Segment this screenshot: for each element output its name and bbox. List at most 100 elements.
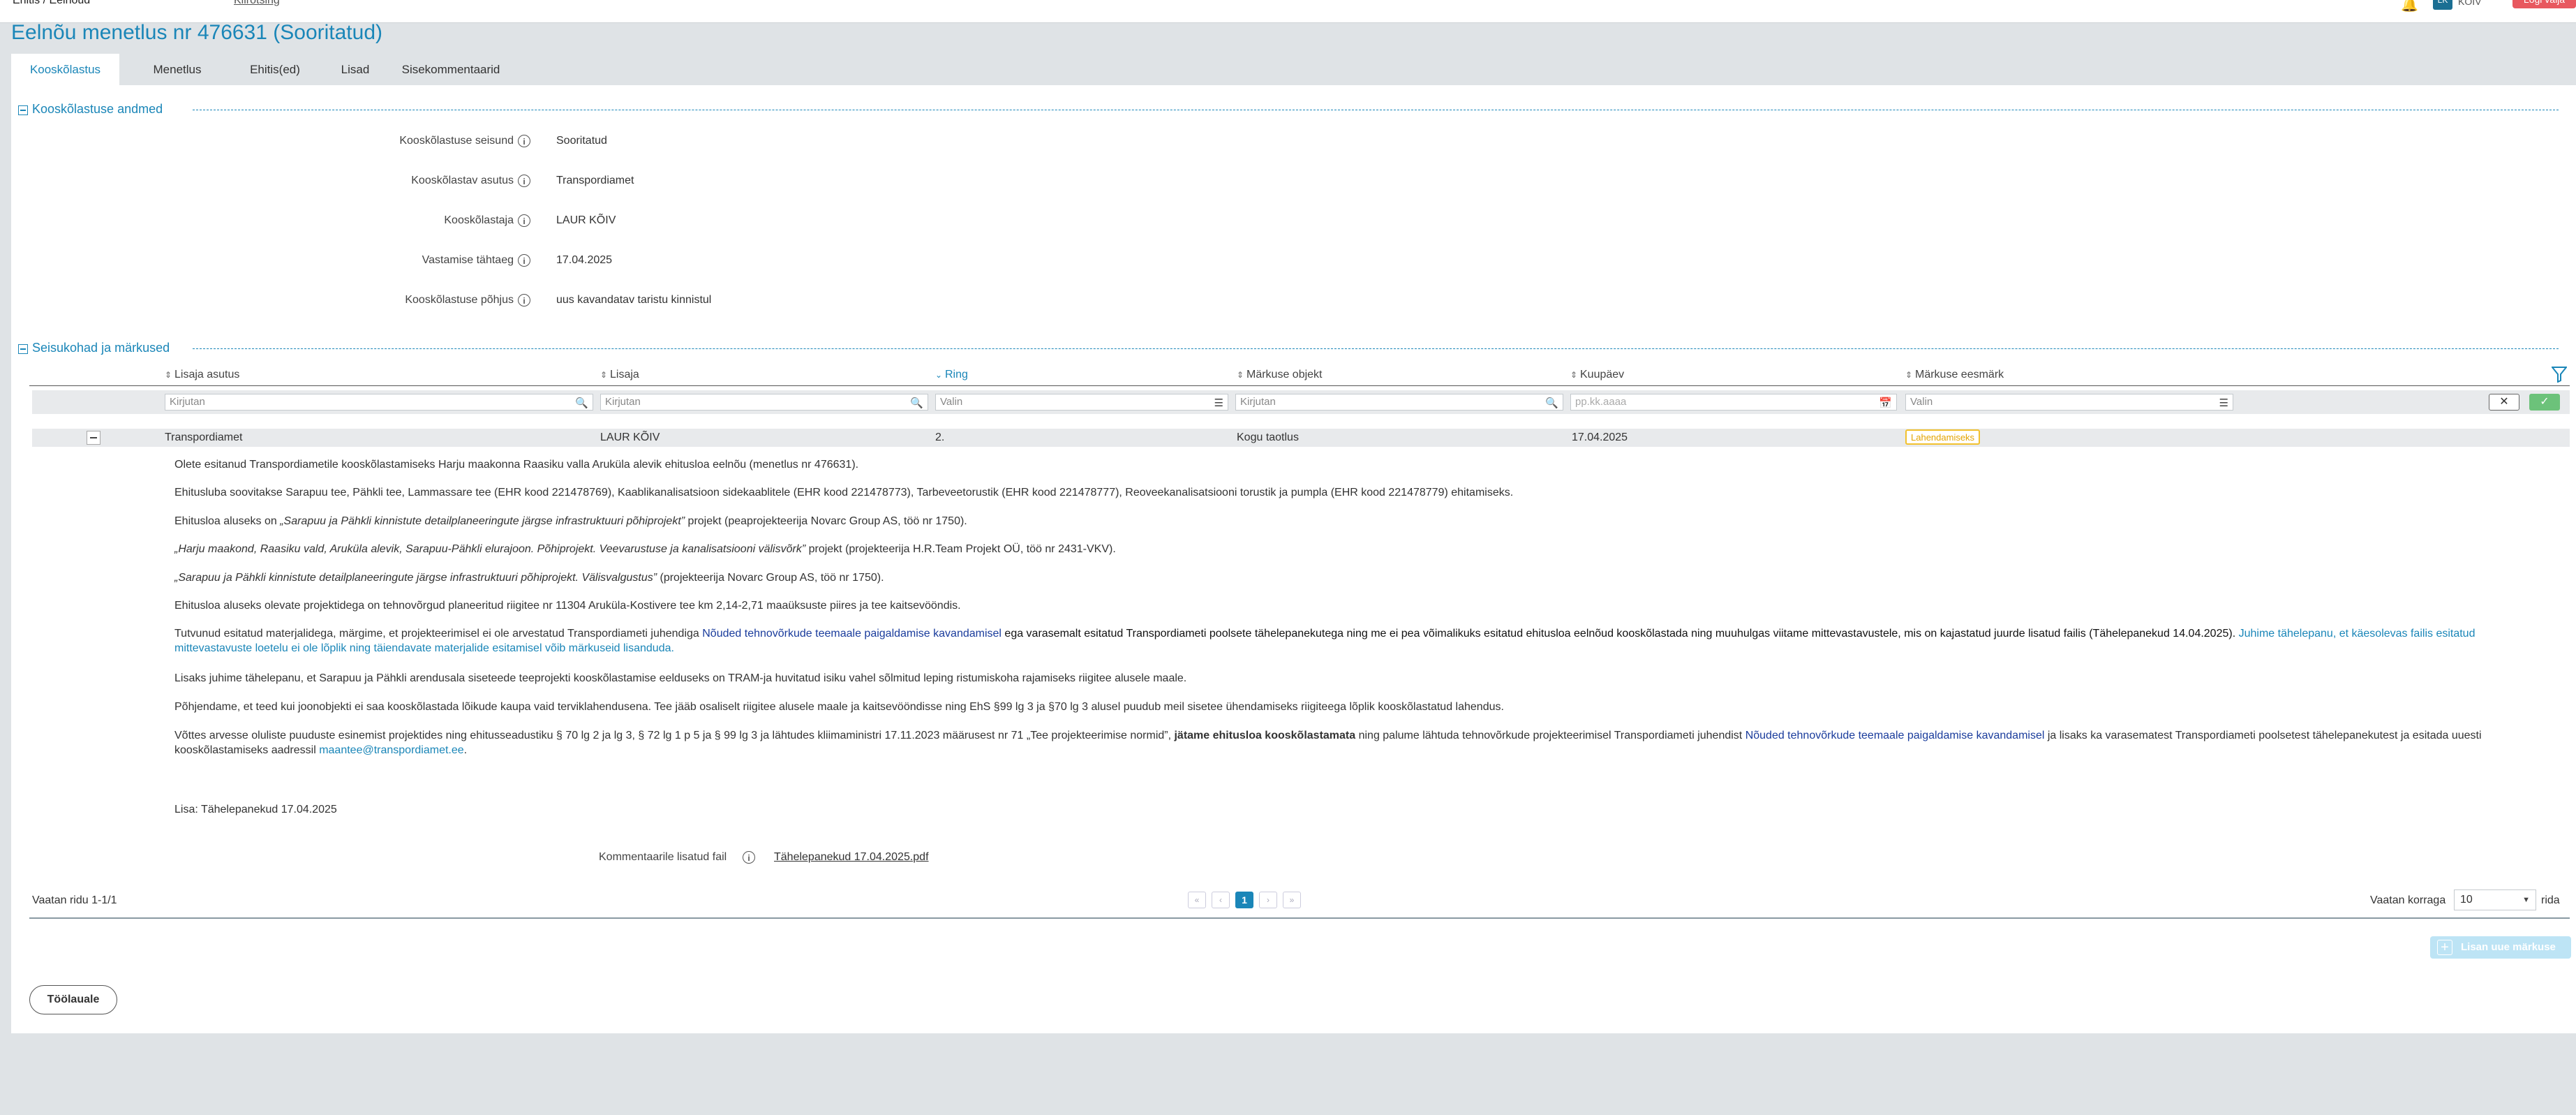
comment-paragraph: Lisaks juhime tähelepanu, et Sarapuu ja …: [174, 672, 1187, 684]
collapse-row-icon[interactable]: [87, 431, 100, 445]
remarks-section-header[interactable]: Seisukohad ja märkused: [18, 341, 2559, 356]
comment-paragraph: Lisa: Tähelepanekud 17.04.2025: [174, 804, 337, 815]
sort-icon: ⇕: [1237, 370, 1244, 380]
logout-button[interactable]: Logi välja: [2512, 0, 2576, 8]
comment-paragraph: „Sarapuu ja Pähkli kinnistute detailplan…: [174, 572, 884, 584]
field-value-institution: Transpordiamet: [556, 175, 634, 186]
close-icon: ✕: [2499, 396, 2509, 408]
list-icon[interactable]: ☰: [2219, 396, 2228, 411]
sort-desc-icon: ⌄: [935, 370, 943, 380]
per-page-select[interactable]: 10 ▼: [2454, 889, 2536, 910]
filter-round-select[interactable]: Valin ☰: [935, 394, 1228, 411]
avatar[interactable]: LK: [2433, 0, 2452, 10]
tab-sisekommentaarid[interactable]: Sisekommentaarid: [388, 54, 514, 85]
column-header-author[interactable]: ⇕ Lisaja: [600, 369, 639, 381]
guideline-link[interactable]: Nõuded tehnovõrkude teemaale paigaldamis…: [702, 628, 1002, 640]
collapse-icon[interactable]: [18, 344, 28, 354]
sort-icon: ⇕: [600, 370, 608, 380]
tab-menetlus[interactable]: Menetlus: [125, 54, 230, 85]
apply-filters-button[interactable]: ✓: [2529, 394, 2560, 411]
clear-filters-button[interactable]: ✕: [2489, 394, 2519, 411]
tab-lisad[interactable]: Lisad: [317, 54, 394, 85]
notification-icon[interactable]: 🔔: [2401, 0, 2418, 13]
comment-paragraph: Tutvunud esitatud materjalidega, märgime…: [174, 628, 2476, 654]
sort-icon: ⇕: [1570, 370, 1578, 380]
cell-date: 17.04.2025: [1572, 431, 1628, 443]
column-header-object[interactable]: ⇕ Märkuse objekt: [1237, 369, 1323, 381]
info-icon[interactable]: i: [518, 254, 530, 267]
comment-paragraph: Ehitusloa aluseks olevate projektidega o…: [174, 600, 961, 612]
filter-institution-input[interactable]: Kirjutan 🔍: [165, 394, 593, 411]
last-page-icon[interactable]: »: [1283, 892, 1301, 908]
prev-page-icon[interactable]: ‹: [1212, 892, 1230, 908]
filter-object-input[interactable]: Kirjutan 🔍: [1235, 394, 1563, 411]
header-rule: [29, 385, 2570, 386]
info-icon[interactable]: i: [518, 214, 530, 227]
field-value-coordinator: LAUR KÕIV: [556, 214, 616, 226]
attachment-label: Kommentaarile lisatud fail: [599, 851, 727, 863]
chevron-down-icon: ▼: [2522, 896, 2530, 904]
field-value-reason: uus kavandatav taristu kinnistul: [556, 294, 712, 306]
field-label-institution: Kooskõlastav asutus: [411, 175, 514, 186]
pager-divider: [29, 917, 2570, 919]
column-header-purpose[interactable]: ⇕ Märkuse eesmärk: [1905, 369, 2004, 381]
section-divider: [193, 348, 2559, 349]
first-page-icon[interactable]: «: [1188, 892, 1206, 908]
comment-paragraph: „Harju maakond, Raasiku vald, Aruküla al…: [174, 543, 1116, 555]
per-page-label: Vaatan korraga: [2370, 894, 2446, 906]
top-bar: Ehitis / Eelnõud Kiirotsing 🔔 LK KÕIV Lo…: [0, 0, 2576, 23]
tab-kooskolastus[interactable]: Kooskõlastus: [11, 54, 119, 85]
add-remark-button[interactable]: + Lisan uue märkuse: [2430, 936, 2571, 959]
comment-paragraph: Põhjendame, et teed kui joonobjekti ei s…: [174, 701, 1504, 713]
comment-paragraph: Ehitusluba soovitakse Sarapuu tee, Pähkl…: [174, 487, 1514, 499]
field-label-reason: Kooskõlastuse põhjus: [405, 294, 514, 306]
info-icon[interactable]: i: [518, 175, 530, 187]
filter-row: Kirjutan 🔍 Kirjutan 🔍 Valin ☰ Kirjutan 🔍 pp.…: [32, 390, 2570, 414]
comment-paragraph: Võttes arvesse oluliste puuduste esinemi…: [174, 730, 2482, 756]
email-link[interactable]: maantee@transpordiamet.ee: [319, 744, 463, 756]
field-label-deadline: Vastamise tähtaeg: [422, 254, 514, 266]
sort-icon: ⇕: [1905, 370, 1913, 380]
filter-date-input[interactable]: pp.kk.aaaa 📅: [1570, 394, 1897, 411]
field-value-deadline: 17.04.2025: [556, 254, 613, 266]
comment-paragraph: Ehitusloa aluseks on „Sarapuu ja Pähkli …: [174, 515, 967, 527]
filter-icon[interactable]: [2550, 366, 2570, 384]
collapse-icon[interactable]: [18, 105, 28, 115]
column-header-round[interactable]: ⌄ Ring: [935, 369, 968, 381]
calendar-icon[interactable]: 📅: [1879, 396, 1892, 411]
section-title: Kooskõlastuse andmed: [32, 102, 163, 116]
pager-summary: Vaatan ridu 1-1/1: [32, 894, 117, 906]
field-label-coordinator: Kooskõlastaja: [444, 214, 514, 226]
rows-suffix: rida: [2541, 894, 2560, 906]
guideline-link[interactable]: Nõuded tehnovõrkude teemaale paigaldamis…: [1745, 730, 2045, 741]
filter-purpose-select[interactable]: Valin ☰: [1905, 394, 2233, 411]
info-icon[interactable]: i: [743, 851, 755, 864]
status-badge: Lahendamiseks: [1905, 429, 1981, 445]
back-to-dashboard-button[interactable]: Töölauale: [29, 985, 117, 1014]
search-icon[interactable]: 🔍: [575, 396, 588, 411]
app-brand[interactable]: Ehitis / Eelnõud: [13, 0, 90, 7]
user-name[interactable]: KÕIV: [2458, 0, 2481, 7]
plus-icon: +: [2437, 940, 2452, 955]
quick-search-link[interactable]: Kiirotsing: [234, 0, 280, 7]
attachment-file-link[interactable]: Tähelepanekud 17.04.2025.pdf: [774, 851, 929, 864]
info-icon[interactable]: i: [518, 294, 530, 307]
column-header-date[interactable]: ⇕ Kuupäev: [1570, 369, 1624, 381]
page-title: Eelnõu menetlus nr 476631 (Sooritatud): [11, 21, 383, 44]
coordination-section-header[interactable]: Kooskõlastuse andmed: [18, 102, 2559, 117]
list-icon[interactable]: ☰: [1214, 396, 1223, 411]
page-number-current[interactable]: 1: [1235, 892, 1253, 908]
filter-author-input[interactable]: Kirjutan 🔍: [600, 394, 928, 411]
section-title: Seisukohad ja märkused: [32, 341, 170, 355]
column-header-institution[interactable]: ⇕ Lisaja asutus: [165, 369, 239, 381]
next-page-icon[interactable]: ›: [1259, 892, 1277, 908]
table-row[interactable]: Transpordiamet LAUR KÕIV 2. Kogu taotlus…: [32, 429, 2570, 447]
sort-icon: ⇕: [165, 370, 172, 380]
search-icon[interactable]: 🔍: [1545, 396, 1558, 411]
cell-author: LAUR KÕIV: [600, 431, 660, 443]
info-icon[interactable]: i: [518, 135, 530, 147]
tab-ehitised[interactable]: Ehitis(ed): [223, 54, 327, 85]
search-icon[interactable]: 🔍: [910, 396, 923, 411]
field-label-status: Kooskõlastuse seisund: [399, 135, 514, 147]
comment-paragraph: Olete esitanud Transpordiametile kooskõl…: [174, 459, 859, 471]
